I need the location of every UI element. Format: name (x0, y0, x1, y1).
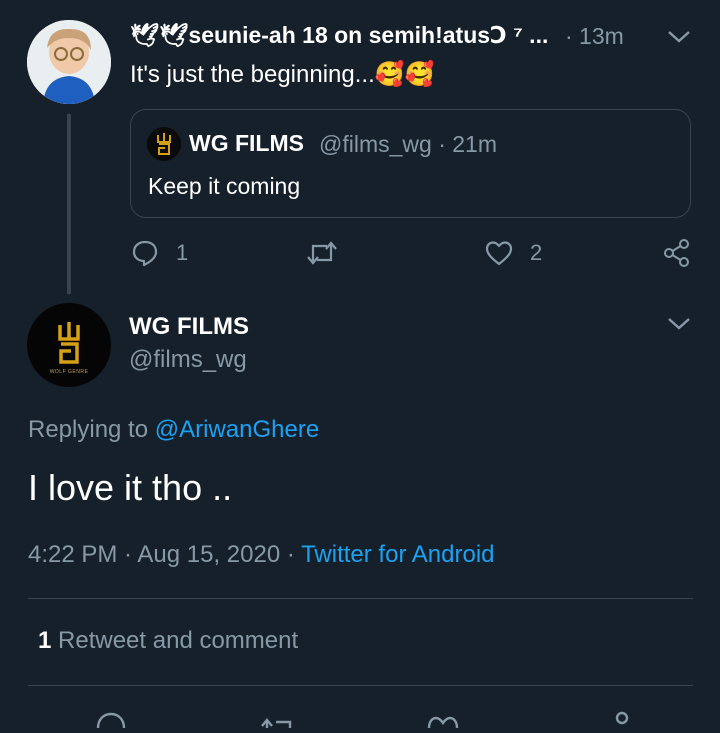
display-name[interactable]: 🕊🕊seunie-ah 18 on semih!atusↃ ⁷ ... (130, 22, 548, 49)
logo-caption: WOLF GENRE (49, 369, 89, 375)
quoted-text: Keep it coming (148, 173, 301, 199)
reply-count: 1 (176, 240, 189, 265)
timestamp: 4:22 PM · Aug 15, 2020 · (28, 541, 295, 568)
retweet-icon (305, 238, 339, 268)
handle[interactable]: @films_wg (129, 346, 247, 374)
tweet-text: I love it tho .. (28, 467, 233, 508)
avatar[interactable] (27, 20, 111, 104)
like-button[interactable]: 2 (484, 238, 542, 268)
mention-link[interactable]: @AriwanGhere (155, 416, 319, 443)
retweet-button[interactable] (305, 238, 349, 268)
quoted-tweet-card[interactable]: WG FILMS @films_wg · 21m Keep it coming (130, 109, 691, 218)
reply-button[interactable]: 1 (130, 238, 188, 268)
reply-icon[interactable] (94, 708, 128, 733)
tweet-meta: 4:22 PM · Aug 15, 2020 · Twitter for And… (28, 541, 495, 569)
source-link[interactable]: Twitter for Android (301, 541, 494, 568)
share-icon[interactable] (610, 708, 634, 733)
like-count: 2 (530, 240, 543, 265)
heart-icon (484, 238, 514, 268)
stats-label: Retweet and comment (58, 627, 299, 654)
tweet-text: It's just the beginning...🥰🥰 (130, 61, 435, 88)
display-name[interactable]: WG FILMS (129, 313, 249, 341)
reply-icon (130, 238, 160, 268)
divider (28, 685, 693, 686)
replying-prefix: Replying to (28, 416, 149, 443)
stats-count: 1 (38, 627, 52, 654)
thread-line (67, 114, 71, 294)
divider (28, 598, 693, 599)
avatar[interactable]: WOLF GENRE (27, 303, 111, 387)
chevron-down-icon[interactable] (666, 315, 692, 338)
avatar (147, 127, 181, 161)
quoted-display-name: WG FILMS (189, 130, 304, 156)
quoted-handle-time: @films_wg · 21m (319, 131, 497, 157)
tweet-time[interactable]: · 13m (565, 23, 624, 50)
replying-to: Replying to @AriwanGhere (28, 416, 319, 444)
chevron-down-icon[interactable] (666, 28, 692, 51)
heart-icon[interactable] (425, 708, 461, 733)
retweet-icon[interactable] (258, 708, 296, 733)
share-icon[interactable] (662, 238, 692, 273)
retweet-stats[interactable]: 1 Retweet and comment (38, 627, 298, 655)
